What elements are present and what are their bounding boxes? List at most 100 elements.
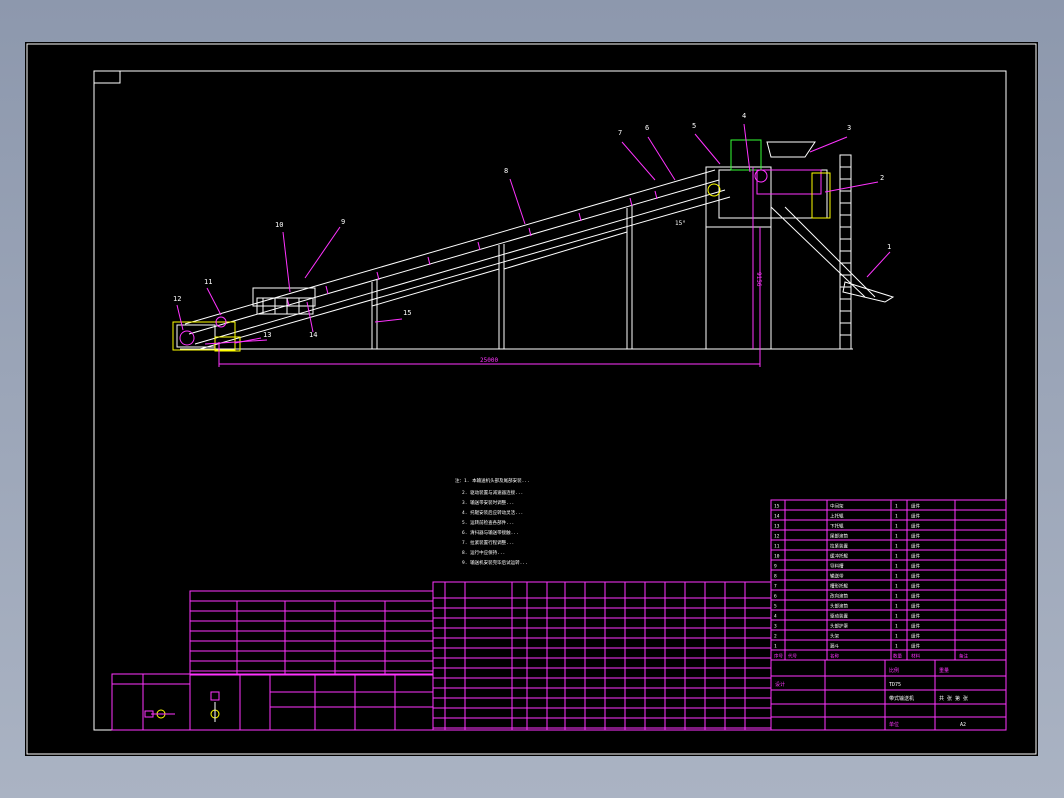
drawing-svg: 25000 9156 15° 1 2 3 4 5 6 7 8 9 10 11 1… bbox=[26, 43, 1037, 755]
parts-row-qty: 1 bbox=[895, 614, 898, 620]
note-3: 3. 输送带安装时调整... bbox=[462, 499, 514, 506]
title-drawing-no: TD75 bbox=[889, 682, 901, 688]
parts-row-no: 13 bbox=[774, 524, 780, 530]
parts-row-qty: 1 bbox=[895, 544, 898, 550]
parts-row-name: 拉紧装置 bbox=[830, 543, 848, 550]
parts-row-material: 组件 bbox=[911, 563, 920, 570]
parts-row-no: 11 bbox=[774, 544, 780, 550]
parts-header-cell: 数量 bbox=[893, 653, 902, 660]
note-2: 2. 驱动装置与减速器连接... bbox=[462, 489, 523, 496]
parts-row-qty: 1 bbox=[895, 594, 898, 600]
dim-horizontal: 25000 bbox=[480, 357, 498, 364]
note-5: 5. 运转前检查各部件... bbox=[462, 519, 514, 526]
parts-row-name: 缓冲托辊 bbox=[830, 553, 848, 560]
balloon-9: 9 bbox=[341, 218, 345, 226]
parts-row-no: 14 bbox=[774, 514, 780, 520]
dim-vertical: 9156 bbox=[755, 272, 762, 287]
parts-row-name: 尾部滚筒 bbox=[830, 533, 848, 540]
parts-row-qty: 1 bbox=[895, 604, 898, 610]
balloon-10: 10 bbox=[275, 221, 283, 229]
drive-symbols bbox=[144, 691, 220, 722]
parts-row-no: 10 bbox=[774, 554, 780, 560]
parts-row-no: 4 bbox=[774, 614, 777, 620]
parts-row-no: 9 bbox=[774, 564, 777, 570]
parts-row-material: 组件 bbox=[911, 643, 920, 650]
balloon-14: 14 bbox=[309, 331, 317, 339]
parts-row-no: 5 bbox=[774, 604, 777, 610]
technical-notes: 注：1. 本输送机头部及尾部安装... 2. 驱动装置与减速器连接... 3. … bbox=[455, 477, 530, 566]
title-name: 带式输送机 bbox=[889, 695, 914, 702]
left-spec-table bbox=[189, 590, 434, 676]
balloon-15: 15 bbox=[403, 309, 411, 317]
dim-angle: 15° bbox=[675, 220, 686, 227]
parts-row-name: 头部滚筒 bbox=[830, 603, 848, 610]
parts-row-name: 上托辊 bbox=[830, 513, 844, 520]
parts-row-material: 组件 bbox=[911, 533, 920, 540]
parts-row-name: 槽形托辊 bbox=[830, 583, 848, 590]
title-weight-label: 重量 bbox=[939, 667, 949, 674]
parts-row-name: 驱动装置 bbox=[830, 613, 848, 620]
parts-row-material: 组件 bbox=[911, 573, 920, 580]
parts-row-no: 3 bbox=[774, 624, 777, 630]
parts-row-name: 头部护罩 bbox=[830, 623, 848, 630]
parts-row-qty: 1 bbox=[895, 514, 898, 520]
parts-row-no: 2 bbox=[774, 634, 777, 640]
parts-row-qty: 1 bbox=[895, 624, 898, 630]
parts-row-no: 15 bbox=[774, 504, 780, 510]
note-9: 9. 输送机安装完毕后试运转... bbox=[462, 559, 528, 566]
balloon-8: 8 bbox=[504, 167, 508, 175]
balloon-5: 5 bbox=[692, 122, 696, 130]
parts-row-material: 组件 bbox=[911, 513, 920, 520]
head-section bbox=[705, 139, 895, 350]
note-8: 8. 运行中应保持... bbox=[462, 549, 505, 556]
parts-header-cell: 代号 bbox=[788, 653, 797, 660]
balloon-2: 2 bbox=[880, 174, 884, 182]
parts-row-qty: 1 bbox=[895, 554, 898, 560]
parts-row-name: 漏斗 bbox=[830, 643, 839, 650]
spec-table bbox=[432, 581, 772, 731]
note-1: 注：1. 本输送机头部及尾部安装... bbox=[455, 477, 530, 484]
parts-row-material: 组件 bbox=[911, 593, 920, 600]
balloon-1: 1 bbox=[887, 243, 891, 251]
note-7: 7. 拉紧装置行程调整... bbox=[462, 539, 514, 546]
parts-row-qty: 1 bbox=[895, 634, 898, 640]
title-scale-label: 比例 bbox=[889, 667, 899, 674]
parts-row-name: 中间架 bbox=[830, 503, 844, 510]
parts-row-qty: 1 bbox=[895, 564, 898, 570]
parts-row-qty: 1 bbox=[895, 524, 898, 530]
parts-list-table bbox=[770, 499, 1007, 661]
balloon-4: 4 bbox=[742, 112, 746, 120]
note-6: 6. 清扫器与输送带接触... bbox=[462, 529, 519, 536]
balloon-7: 7 bbox=[618, 129, 622, 137]
parts-row-qty: 1 bbox=[895, 584, 898, 590]
parts-row-no: 8 bbox=[774, 574, 777, 580]
title-material: A2 bbox=[960, 722, 966, 728]
balloon-6: 6 bbox=[645, 124, 649, 132]
parts-header-cell: 材料 bbox=[911, 653, 920, 660]
parts-header-cell: 序号 bbox=[774, 653, 783, 660]
parts-row-no: 1 bbox=[774, 644, 777, 650]
parts-row-name: 改向滚筒 bbox=[830, 593, 848, 600]
cad-drawing-canvas[interactable]: 25000 9156 15° 1 2 3 4 5 6 7 8 9 10 11 1… bbox=[25, 42, 1038, 756]
conveyor-truss bbox=[184, 169, 731, 350]
parts-row-material: 组件 bbox=[911, 583, 920, 590]
balloon-3: 3 bbox=[847, 124, 851, 132]
parts-row-name: 输送带 bbox=[830, 573, 844, 580]
balloon-11: 11 bbox=[204, 278, 212, 286]
parts-row-no: 12 bbox=[774, 534, 780, 540]
loading-section bbox=[252, 287, 316, 315]
parts-list-text: 15 中间架 1 组件14 上托辊 1 组件13 下托辊 1 组件12 尾部滚筒 1 组件11 拉紧装置 1… bbox=[774, 503, 968, 660]
parts-row-material: 组件 bbox=[911, 613, 920, 620]
title-design-label: 设计 bbox=[775, 681, 785, 688]
parts-row-name: 下托辊 bbox=[830, 523, 844, 530]
parts-row-qty: 1 bbox=[895, 644, 898, 650]
parts-row-material: 组件 bbox=[911, 523, 920, 530]
drive-table bbox=[111, 673, 434, 731]
parts-row-name: 头架 bbox=[830, 633, 839, 640]
parts-row-qty: 1 bbox=[895, 504, 898, 510]
parts-row-material: 组件 bbox=[911, 543, 920, 550]
parts-row-material: 组件 bbox=[911, 503, 920, 510]
parts-row-material: 组件 bbox=[911, 553, 920, 560]
dimension-lines bbox=[218, 167, 761, 367]
parts-header-cell: 备注 bbox=[959, 653, 968, 660]
